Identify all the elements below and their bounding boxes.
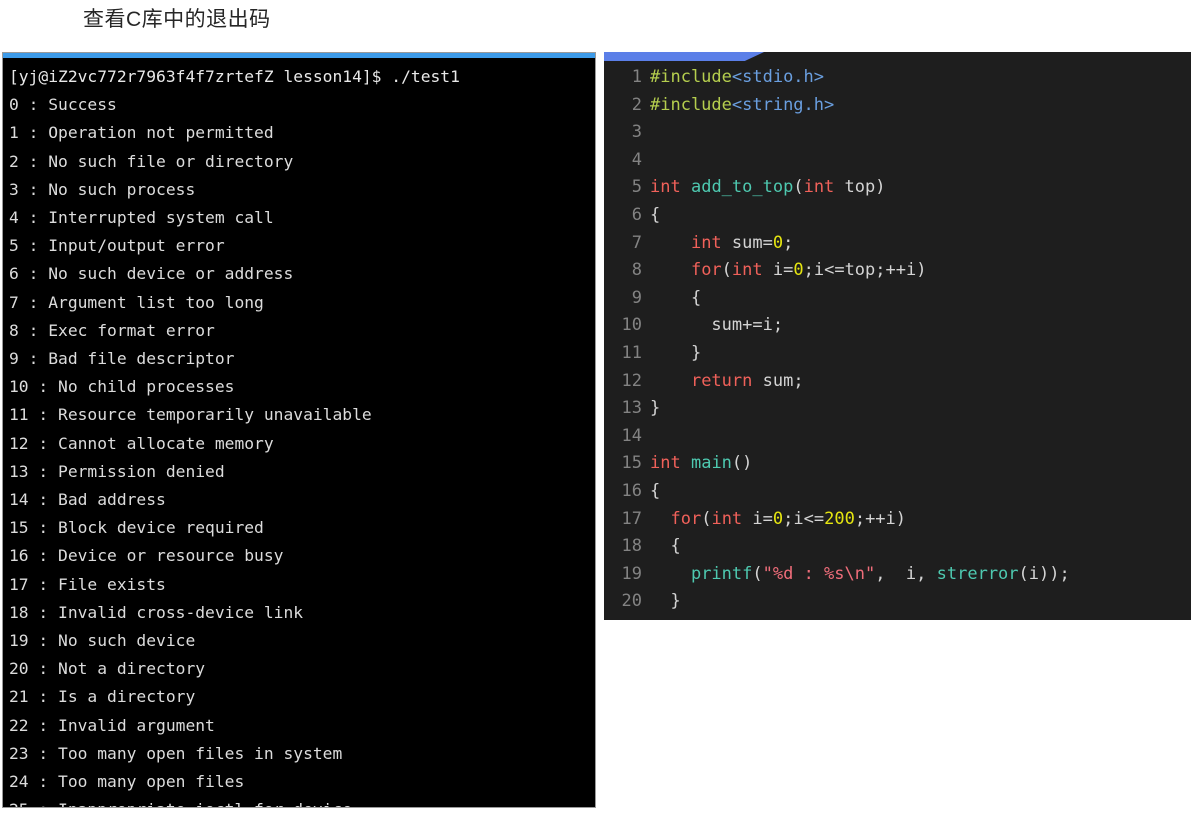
code-line: 19 printf("%d : %s\n", i, strerror(i));	[604, 561, 1191, 589]
line-number: 3	[631, 122, 642, 143]
code-line-text[interactable]: for(int i=0;i<=200;++i)	[650, 506, 1191, 534]
terminal-output-line: 24 : Too many open files	[9, 772, 245, 792]
line-number: 16	[621, 480, 642, 501]
terminal-output-line: 13 : Permission denied	[9, 461, 225, 481]
terminal-output-line: 17 : File exists	[9, 574, 166, 594]
terminal-output-line: 15 : Block device required	[9, 518, 264, 538]
terminal-output-line: 5 : Input/output error	[9, 236, 225, 256]
code-line-text[interactable]	[650, 119, 1191, 147]
code-line-text[interactable]: int main()	[650, 450, 1191, 478]
code-line: 18 {	[604, 533, 1191, 561]
terminal-window[interactable]: [yj@iZ2vc772r7963f4f7zrtefZ lesson14]$ .…	[2, 52, 596, 808]
line-number: 19	[621, 563, 642, 584]
code-line-text[interactable]: for(int i=0;i<=top;++i)	[650, 257, 1191, 285]
terminal-output-line: 18 : Invalid cross-device link	[9, 602, 304, 622]
code-line-text[interactable]: #include<stdio.h>	[650, 64, 1191, 92]
code-line-text[interactable]: return sum;	[650, 368, 1191, 396]
terminal-output-line: 0 : Success	[9, 95, 117, 115]
line-number: 6	[631, 204, 642, 225]
terminal-output-line: 16 : Device or resource busy	[9, 546, 284, 566]
code-line: 17 for(int i=0;i<=200;++i)	[604, 506, 1191, 534]
code-line: 8 for(int i=0;i<=top;++i)	[604, 257, 1191, 285]
terminal-output-line: 7 : Argument list too long	[9, 292, 264, 312]
code-line: 6 {	[604, 202, 1191, 230]
code-line: 14	[604, 423, 1191, 451]
code-editor-content[interactable]: 1 #include<stdio.h> 2 #include<string.h>…	[604, 61, 1191, 620]
code-line-text[interactable]	[650, 423, 1191, 451]
terminal-output-line: 2 : No such file or directory	[9, 151, 294, 171]
line-number: 9	[631, 287, 642, 308]
code-line: 15 int main()	[604, 450, 1191, 478]
line-number: 20	[621, 591, 642, 612]
terminal-output-line: 3 : No such process	[9, 179, 196, 199]
line-number: 2	[631, 94, 642, 115]
line-number: 15	[621, 453, 642, 474]
line-number: 12	[621, 370, 642, 391]
code-line: 1 #include<stdio.h>	[604, 64, 1191, 92]
code-line-text[interactable]: {	[650, 202, 1191, 230]
line-number: 13	[621, 398, 642, 419]
terminal-output-line: 1 : Operation not permitted	[9, 123, 274, 143]
terminal-output[interactable]: [yj@iZ2vc772r7963f4f7zrtefZ lesson14]$ .…	[3, 58, 595, 807]
code-line-text[interactable]: printf("%d : %s\n", i, strerror(i));	[650, 561, 1191, 589]
code-line: 12 return sum;	[604, 368, 1191, 396]
terminal-output-line: 4 : Interrupted system call	[9, 208, 274, 228]
line-number: 4	[631, 149, 642, 170]
code-line: 11 }	[604, 340, 1191, 368]
code-line-text[interactable]: int sum=0;	[650, 230, 1191, 258]
terminal-prompt-line: [yj@iZ2vc772r7963f4f7zrtefZ lesson14]$ .…	[9, 67, 460, 86]
code-line-text[interactable]: #include<string.h>	[650, 92, 1191, 120]
code-line-text[interactable]: {	[650, 285, 1191, 313]
code-line: 5 int add_to_top(int top)	[604, 174, 1191, 202]
code-editor-window[interactable]: 1 #include<stdio.h> 2 #include<string.h>…	[604, 52, 1191, 620]
code-line: 20 }	[604, 588, 1191, 616]
terminal-output-line: 25 : Inappropriate ioctl for device	[9, 796, 595, 807]
terminal-output-line: 12 : Cannot allocate memory	[9, 433, 274, 453]
code-line: 2 #include<string.h>	[604, 92, 1191, 120]
code-line: 9 {	[604, 285, 1191, 313]
terminal-output-line: 20 : Not a directory	[9, 659, 206, 679]
line-number: 10	[621, 315, 642, 336]
line-number: 1	[631, 67, 642, 87]
terminal-output-line: 10 : No child processes	[9, 377, 235, 397]
code-line-text[interactable]: sum+=i;	[650, 312, 1191, 340]
line-number: 18	[621, 536, 642, 557]
terminal-output-line: 8 : Exec format error	[9, 320, 215, 340]
code-line: 16 {	[604, 478, 1191, 506]
code-line-text[interactable]	[650, 147, 1191, 175]
terminal-output-line: 22 : Invalid argument	[9, 715, 215, 735]
code-line-text[interactable]: }	[650, 340, 1191, 368]
code-line: 3	[604, 119, 1191, 147]
terminal-output-line: 9 : Bad file descriptor	[9, 349, 235, 369]
line-number: 8	[631, 260, 642, 281]
line-number: 11	[621, 342, 642, 363]
code-line-text[interactable]: int add_to_top(int top)	[650, 174, 1191, 202]
terminal-output-line: 21 : Is a directory	[9, 687, 196, 707]
code-line-text[interactable]: {	[650, 478, 1191, 506]
code-line-text[interactable]: {	[650, 533, 1191, 561]
code-line: 10 sum+=i;	[604, 312, 1191, 340]
terminal-output-line: 23 : Too many open files in system	[9, 743, 343, 763]
code-line: 4	[604, 147, 1191, 175]
terminal-output-line: 6 : No such device or address	[9, 264, 294, 284]
terminal-output-line: 14 : Bad address	[9, 490, 166, 510]
line-number: 17	[621, 508, 642, 529]
editor-active-tab-indicator[interactable]	[604, 52, 764, 61]
code-line-text[interactable]: }	[650, 395, 1191, 423]
editor-tab-strip[interactable]	[604, 52, 1191, 61]
line-number: 5	[631, 177, 642, 198]
page-title: 查看C库中的退出码	[83, 8, 271, 31]
terminal-output-line: 11 : Resource temporarily unavailable	[9, 405, 372, 425]
line-number: 7	[631, 232, 642, 253]
code-line: 7 int sum=0;	[604, 230, 1191, 258]
code-line: 13 }	[604, 395, 1191, 423]
terminal-output-line: 19 : No such device	[9, 631, 196, 651]
code-line-text[interactable]: }	[650, 588, 1191, 616]
line-number: 14	[621, 425, 642, 446]
